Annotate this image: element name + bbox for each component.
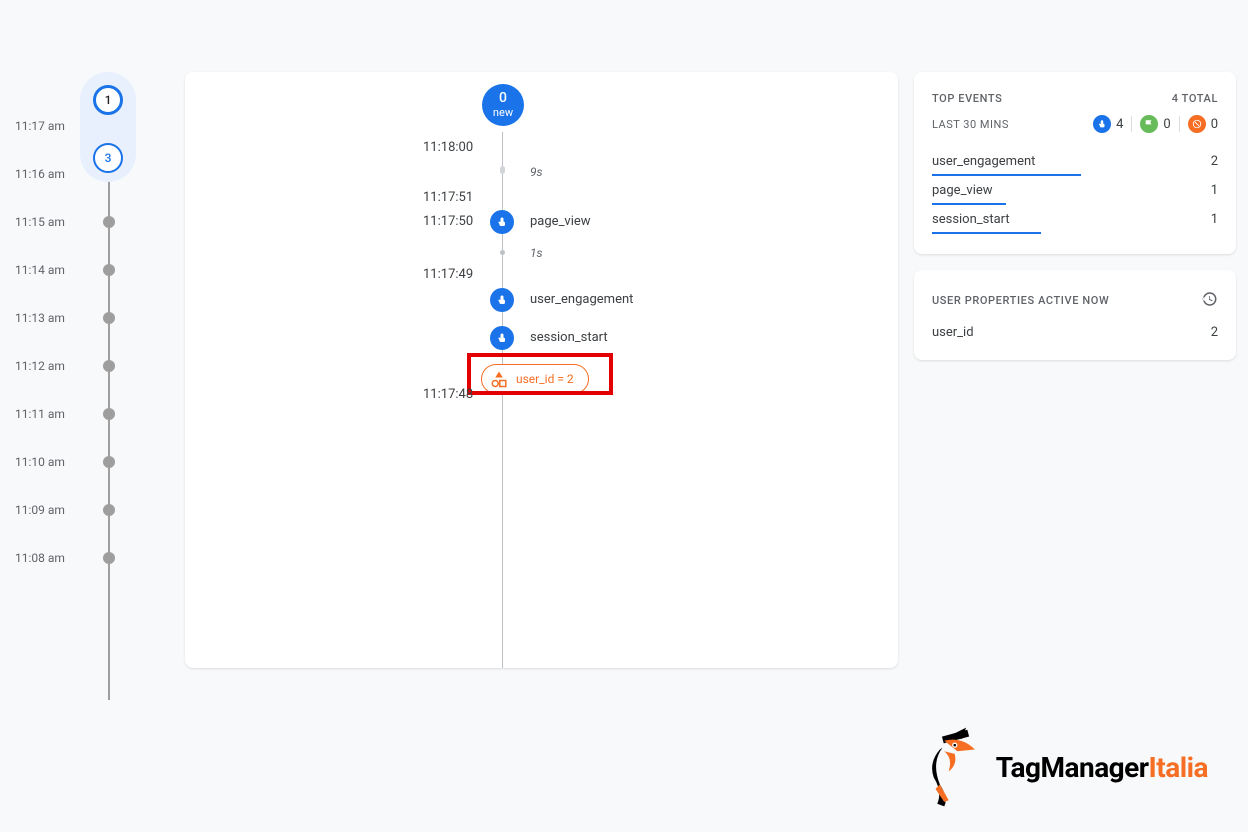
session-count-badge-3[interactable]: 3 (93, 143, 123, 173)
stat-chip-interaction[interactable]: 4 (1093, 115, 1123, 133)
top-event-row[interactable]: session_start 1 (932, 205, 1218, 234)
event-name: page_view (932, 183, 993, 198)
minute-dot (103, 552, 115, 564)
minute-row[interactable]: 11:12 am (0, 342, 185, 390)
minute-row[interactable]: 11:11 am (0, 390, 185, 438)
minute-row[interactable]: 11:13 am (0, 294, 185, 342)
minute-dot (103, 216, 115, 228)
minute-dot (103, 264, 115, 276)
minute-label: 11:09 am (0, 503, 70, 517)
property-name: user_id (932, 325, 974, 340)
property-value: 2 (1211, 325, 1218, 340)
event-bar (932, 232, 1041, 234)
stat-chip-conversion[interactable]: 0 (1140, 115, 1170, 133)
minute-dot (103, 312, 115, 324)
card-title: USER PROPERTIES ACTIVE NOW (932, 294, 1109, 307)
minute-label: 11:10 am (0, 455, 70, 469)
minute-dot (103, 504, 115, 516)
minute-label: 11:16 am (0, 167, 70, 181)
new-events-badge[interactable]: 0 new (482, 84, 524, 126)
minute-row[interactable]: 11:15 am (0, 198, 185, 246)
timestamp: 11:17:49 (423, 267, 473, 282)
timestamp: 11:17:50 (423, 214, 473, 229)
timestamp: 11:18:00 (423, 140, 473, 155)
minute-label: 11:13 am (0, 311, 70, 325)
minute-row[interactable]: 11:09 am (0, 486, 185, 534)
event-name: session_start (932, 212, 1010, 227)
minute-row[interactable]: 11:10 am (0, 438, 185, 486)
minute-dot (103, 456, 115, 468)
highlight-annotation (467, 353, 613, 395)
minute-label: 11:11 am (0, 407, 70, 421)
minute-dot (103, 408, 115, 420)
event-name[interactable]: page_view (530, 214, 591, 229)
minute-label: 11:15 am (0, 215, 70, 229)
minute-label: 11:17 am (0, 119, 70, 133)
new-events-label: new (493, 107, 513, 119)
touch-event-icon[interactable] (490, 326, 514, 350)
session-count-badge-1[interactable]: 1 (93, 85, 123, 115)
gap-indicator-icon (500, 250, 505, 255)
event-count: 1 (1211, 183, 1218, 198)
brand-logo: TagManagerItalia (918, 722, 1208, 812)
minute-label: 11:14 am (0, 263, 70, 277)
top-event-row[interactable]: page_view 1 (932, 176, 1218, 205)
timestamp: 11:17:48 (423, 387, 473, 402)
gap-indicator-icon (500, 166, 505, 174)
new-events-count: 0 (499, 91, 507, 106)
history-icon[interactable] (1200, 290, 1218, 311)
event-name[interactable]: user_engagement (530, 292, 633, 307)
event-name: user_engagement (932, 154, 1035, 169)
minute-row[interactable]: 11:14 am (0, 246, 185, 294)
event-count: 1 (1211, 212, 1218, 227)
timestamp: 11:17:51 (423, 190, 473, 205)
minute-dot (103, 360, 115, 372)
user-property-row[interactable]: user_id 2 (932, 325, 1218, 340)
touch-event-icon[interactable] (490, 288, 514, 312)
right-sidebar: TOP EVENTS 4 TOTAL LAST 30 MINS 4 (898, 0, 1248, 680)
minute-label: 11:08 am (0, 551, 70, 565)
minute-label: 11:12 am (0, 359, 70, 373)
flag-icon (1140, 115, 1158, 133)
touch-event-icon[interactable] (490, 210, 514, 234)
top-event-row[interactable]: user_engagement 2 (932, 147, 1218, 176)
event-count: 2 (1211, 154, 1218, 169)
events-total: 4 TOTAL (1172, 92, 1218, 105)
event-type-stats: 4 0 0 (1093, 115, 1218, 133)
touch-icon (1093, 115, 1111, 133)
event-stream-card: 0 new 11:18:00 9s 11:17:51 page_view 11:… (185, 72, 898, 668)
user-properties-card: USER PROPERTIES ACTIVE NOW user_id 2 (914, 270, 1236, 360)
event-name[interactable]: session_start (530, 330, 608, 345)
card-title: TOP EVENTS (932, 92, 1002, 105)
time-gap: 9s (530, 165, 543, 179)
minute-row[interactable]: 11:08 am (0, 534, 185, 582)
last-30-label: LAST 30 MINS (932, 118, 1009, 131)
minute-timeline: 1 3 11:17 am 11:16 am 11:15 am 11:14 am 11:1… (0, 0, 185, 680)
time-gap: 1s (530, 246, 543, 260)
error-icon (1188, 115, 1206, 133)
woodpecker-icon (918, 722, 988, 812)
stat-chip-error[interactable]: 0 (1188, 115, 1218, 133)
top-events-card: TOP EVENTS 4 TOTAL LAST 30 MINS 4 (914, 72, 1236, 254)
